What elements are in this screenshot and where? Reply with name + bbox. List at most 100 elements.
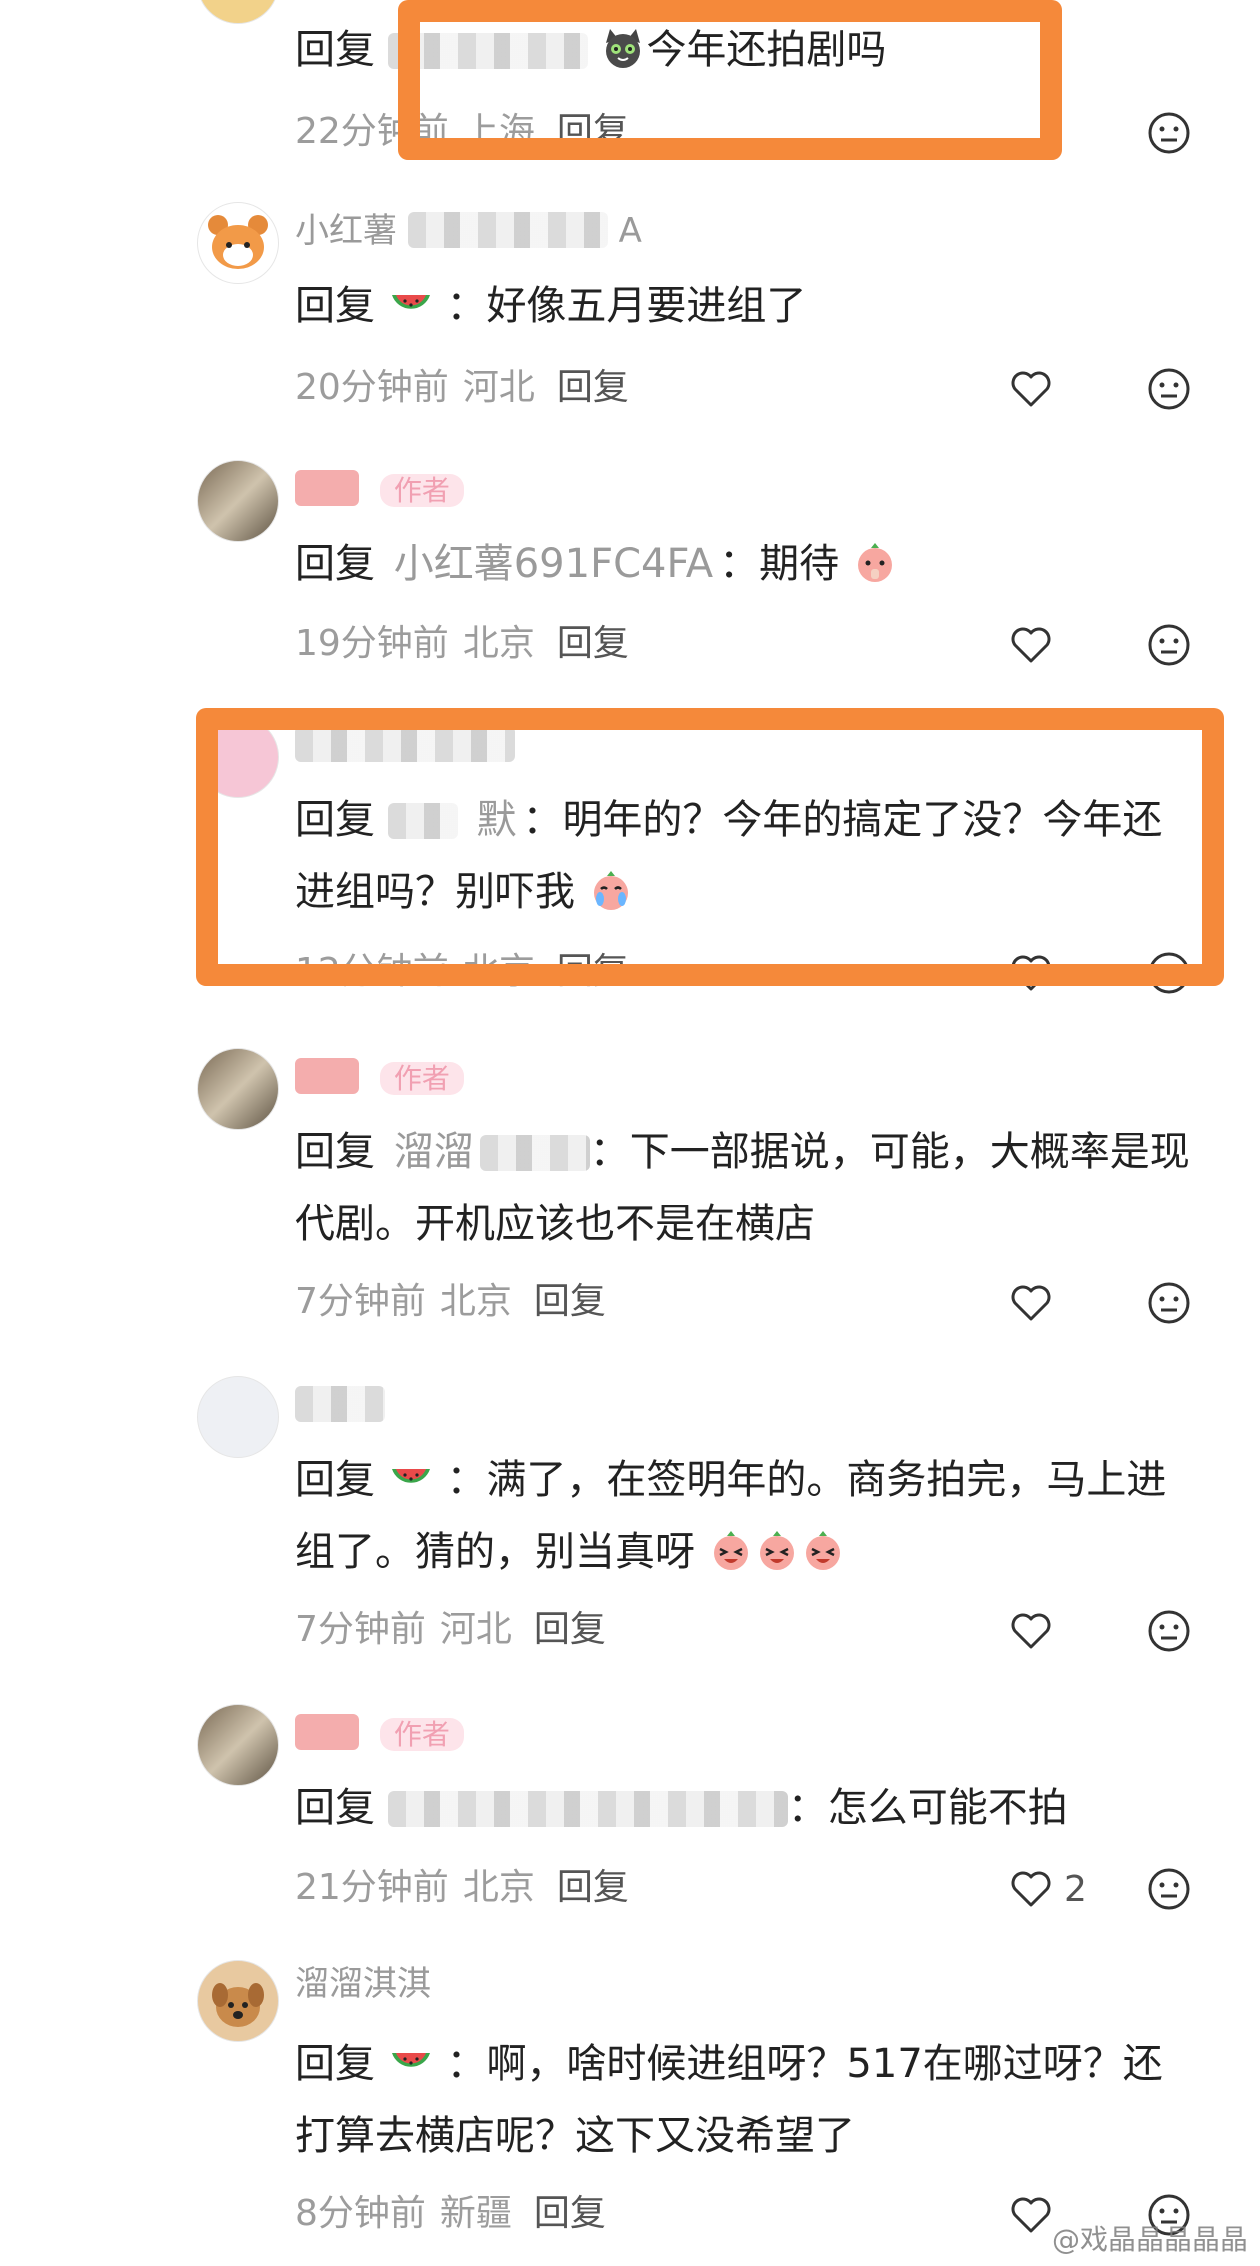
avatar[interactable] [197, 1960, 279, 2042]
blurred-username [295, 1058, 359, 1094]
comment-text: 期待 [759, 541, 840, 587]
blurred-username [295, 1714, 359, 1750]
comment-meta: 8分钟前 新疆 回复 [295, 2190, 606, 2238]
watermelon-emoji-icon [391, 295, 430, 309]
username: 作者 [295, 1708, 464, 1751]
comment-body: 回复 默：明年的？今年的搞定了没？今年还进组吗？别吓我 [295, 797, 1163, 915]
reply-button[interactable]: 回复 [557, 367, 629, 408]
heart-outline-icon [1011, 1871, 1051, 1907]
location-label: 河北 [439, 1609, 512, 1650]
avatar[interactable] [197, 460, 279, 542]
author-tag: 作者 [379, 474, 464, 507]
cat-face-emoji-icon [606, 29, 641, 68]
reply-target[interactable]: 小红薯691FC4FA [394, 541, 713, 587]
username: 溜溜淇淇 [295, 1964, 431, 2004]
like-button[interactable]: 2 [1008, 1864, 1087, 1914]
reply-target[interactable]: 溜溜 [394, 1129, 474, 1175]
dislike-button[interactable] [1146, 1866, 1192, 1912]
like-count: 2 [1064, 1868, 1087, 1910]
heart-outline-icon [1011, 1613, 1051, 1649]
blurred-username [295, 470, 359, 506]
heart-outline-icon [1011, 955, 1051, 991]
like-button[interactable] [1008, 948, 1064, 998]
hamster-avatar-icon [208, 215, 268, 269]
comment-body: 回复 ：啊，啥时候进组呀？517在哪过呀？还打算去横店呢？这下又没希望了 [295, 2041, 1163, 2159]
time-label: 8分钟前 [295, 2193, 426, 2234]
comment-meta: 12分钟前 北京 回复 [295, 948, 629, 996]
reply-button[interactable]: 回复 [534, 1281, 606, 1322]
like-button[interactable] [1008, 1606, 1064, 1656]
peach-laughing-emoji-icon [759, 1531, 794, 1570]
blurred-username [387, 803, 458, 839]
reply-button[interactable]: 回复 [557, 1867, 629, 1908]
comment-meta: 7分钟前 河北 回复 [295, 1606, 606, 1654]
dislike-button[interactable] [1146, 366, 1192, 412]
avatar[interactable] [197, 1048, 279, 1130]
location-label: 北京 [462, 1867, 535, 1908]
like-button[interactable] [1008, 1278, 1064, 1328]
comment-thread: 回复 今年还拍剧吗 22分钟前 上海 回复 小红薯 A 回复 ：好像五月要进组了… [0, 0, 1260, 2266]
peach-crying-emoji-icon [593, 871, 628, 910]
location-label: 上海 [462, 111, 535, 152]
time-label: 22分钟前 [295, 111, 449, 152]
heart-outline-icon [1011, 371, 1051, 407]
comment-meta: 20分钟前 河北 回复 [295, 364, 629, 412]
time-label: 12分钟前 [295, 951, 449, 992]
peach-praying-emoji-icon [857, 543, 892, 582]
location-label: 新疆 [439, 2193, 512, 2234]
watermelon-emoji-icon [391, 1469, 430, 1483]
like-button[interactable] [1008, 364, 1064, 414]
peach-laughing-emoji-icon [713, 1531, 748, 1570]
avatar[interactable] [197, 202, 279, 284]
avatar[interactable] [197, 0, 279, 24]
heart-outline-icon [1011, 1285, 1051, 1321]
comment-text: 怎么可能不拍 [827, 1785, 1068, 1831]
avatar[interactable] [197, 1376, 279, 1458]
dislike-button[interactable] [1146, 110, 1192, 156]
blurred-username [387, 1791, 788, 1827]
comment-meta: 7分钟前 北京 回复 [295, 1278, 606, 1326]
dislike-button[interactable] [1146, 1280, 1192, 1326]
location-label: 河北 [462, 367, 535, 408]
reply-button[interactable]: 回复 [534, 1609, 606, 1650]
dislike-button[interactable] [1146, 950, 1192, 996]
watermark: @戏晶晶晶晶晶 [1051, 2223, 1248, 2256]
reply-button[interactable]: 回复 [557, 623, 629, 664]
meh-face-icon [1148, 112, 1190, 154]
comment-body: 回复 ：好像五月要进组了 [295, 283, 807, 329]
avatar[interactable] [197, 716, 279, 798]
like-button[interactable] [1008, 620, 1064, 670]
meh-face-icon [1148, 1610, 1190, 1652]
comment-text: 今年还拍剧吗 [646, 27, 887, 73]
reply-button[interactable]: 回复 [534, 2193, 606, 2234]
location-label: 北京 [462, 951, 535, 992]
dog-avatar-icon [212, 1983, 264, 2027]
comment-text: 好像五月要进组了 [486, 283, 807, 329]
reply-button[interactable]: 回复 [557, 111, 629, 152]
comment-body: 回复 ：满了，在签明年的。商务拍完，马上进组了。猜的，别当真呀 [295, 1457, 1167, 1575]
location-label: 北京 [462, 623, 535, 664]
peach-laughing-emoji-icon [805, 1531, 840, 1570]
dislike-button[interactable] [1146, 1608, 1192, 1654]
location-label: 北京 [439, 1281, 512, 1322]
meh-face-icon [1148, 1868, 1190, 1910]
username: 作者 [295, 464, 464, 507]
meh-face-icon [1148, 1282, 1190, 1324]
comment-body: 回复 小红薯691FC4FA ：期待 [295, 528, 1195, 600]
comment-meta: 21分钟前 北京 回复 [295, 1864, 629, 1912]
time-label: 20分钟前 [295, 367, 449, 408]
time-label: 19分钟前 [295, 623, 449, 664]
comment-body: 回复 溜溜 ：下一部据说，可能，大概率是现代剧。开机应该也不是在横店 [295, 1129, 1190, 1247]
heart-outline-icon [1011, 627, 1051, 663]
avatar[interactable] [197, 1704, 279, 1786]
blurred-username [295, 1386, 385, 1422]
reply-button[interactable]: 回复 [557, 951, 629, 992]
reply-target[interactable]: 默 [476, 797, 516, 843]
comment-meta: 19分钟前 北京 回复 [295, 620, 629, 668]
meh-face-icon [1148, 624, 1190, 666]
meh-face-icon [1148, 368, 1190, 410]
blurred-username [387, 33, 588, 69]
username [295, 720, 515, 762]
dislike-button[interactable] [1146, 622, 1192, 668]
author-tag: 作者 [379, 1718, 464, 1751]
